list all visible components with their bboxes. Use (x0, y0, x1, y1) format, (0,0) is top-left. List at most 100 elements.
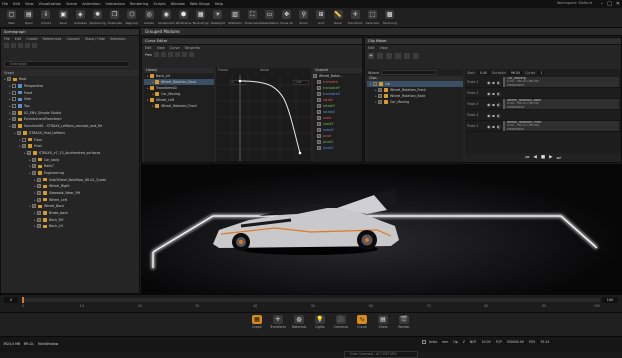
fov-field[interactable]: 35.24 (538, 340, 552, 344)
visibility-checkbox[interactable]: ✓ (17, 130, 21, 135)
clip-checkbox[interactable]: ✓ (378, 88, 382, 92)
tangent-linear-icon[interactable] (167, 52, 173, 57)
fullscreen-button[interactable]: ⛶ Fullscreen (244, 8, 261, 28)
clip-item[interactable]: ▸ ✓ Car_Moving (367, 99, 463, 105)
curve_editor-menu-view[interactable]: View (157, 45, 165, 51)
isolate-button[interactable]: ◎ Isolate (141, 8, 158, 28)
tree-item[interactable]: ▸ ✓ Wheel_Back (1, 203, 139, 210)
vsets-module-button[interactable]: ▤ VSets (374, 315, 392, 329)
tree-item[interactable]: ▸ Side (1, 96, 139, 103)
skip-start-icon[interactable]: ⏮ (525, 155, 529, 161)
visibility-checkbox[interactable]: ✓ (37, 217, 41, 222)
skip-end-icon[interactable]: ⏭ (557, 155, 561, 161)
tree-item[interactable]: ▸ ✓ 02_ENV_Simple Studio (1, 109, 139, 116)
timeline-start-field[interactable]: 0 (4, 297, 18, 303)
scenegraph-menu-references[interactable]: References (43, 36, 62, 42)
scenegraph-menu-selection[interactable]: Selection (110, 36, 126, 42)
menu-file[interactable]: File (2, 2, 8, 6)
checkbox[interactable]: ✓ (313, 74, 317, 78)
tree-item[interactable]: ▸ ✓ STRAXX_v7_13_Accelerated_surfaces (1, 150, 139, 157)
channel-item[interactable]: ✓ pivotZ (313, 145, 362, 151)
scenegraph-menu-create[interactable]: Create (26, 36, 37, 42)
channel-checkbox[interactable]: ✓ (317, 122, 321, 126)
library-item[interactable]: ▸ Wheel_Rotation_Front (144, 103, 214, 109)
visibility-checkbox[interactable]: ✓ (32, 170, 36, 175)
group-node-icon[interactable] (18, 43, 23, 48)
channel-checkbox[interactable]: ✓ (317, 116, 321, 120)
up-select[interactable]: Z (460, 340, 467, 344)
scenegraph-menu-convert[interactable]: Convert (66, 36, 79, 42)
tree-item[interactable]: ▸ Top (1, 103, 139, 110)
menu-scene[interactable]: Scene (66, 2, 77, 6)
menu-rendering[interactable]: Rendering (130, 2, 148, 6)
visibility-checkbox[interactable]: ✓ (37, 177, 41, 182)
maximize-icon[interactable]: □ (607, 0, 612, 8)
menu-view[interactable]: View (25, 2, 34, 6)
visibility-checkbox[interactable]: ✓ (37, 191, 41, 196)
clip-search-input[interactable] (380, 70, 437, 75)
cycles-value[interactable]: 1 (538, 71, 545, 75)
clip-checkbox[interactable]: ✓ (378, 94, 382, 98)
add-clip-icon[interactable]: + (368, 52, 374, 59)
curve_editor-menu-curve[interactable]: Curve (170, 45, 180, 51)
visibility-checkbox[interactable] (12, 97, 16, 102)
tree-item[interactable]: ▸ ✓ EnvironmentTransform (1, 116, 139, 123)
channel-checkbox[interactable]: ✓ (317, 146, 321, 150)
tree-item[interactable]: ▸ ✓ Car_body (1, 156, 139, 163)
visibility-checkbox[interactable]: ✓ (32, 157, 36, 162)
channel-checkbox[interactable]: ✓ (317, 86, 321, 90)
headlight-button[interactable]: ☀ Headlight (209, 8, 226, 28)
tree-item[interactable]: ▸ ✓ Back_LH (1, 223, 139, 230)
workspace-label[interactable]: Workspace: Default (557, 1, 592, 5)
new-node-icon[interactable] (4, 43, 9, 48)
track-clip[interactable]: Car_Moving 0.00 - 96.00 (96.00) MotionBlur (503, 77, 619, 87)
duration-value[interactable]: 96.00 (508, 71, 522, 75)
ncp-field[interactable]: 10.00 (479, 340, 493, 344)
tree-item[interactable]: ▸ ✓ Rails7 (1, 163, 139, 170)
menu-animation[interactable]: Animation (82, 2, 100, 6)
visibility-checkbox[interactable]: ✓ (12, 110, 16, 115)
units-select[interactable]: mm (440, 340, 451, 344)
lights-module-button[interactable]: 💡 Lights (311, 315, 329, 329)
visibility-checkbox[interactable]: ✓ (37, 184, 41, 189)
frame-all-icon[interactable] (188, 52, 194, 57)
units-checkbox[interactable] (422, 340, 426, 344)
channel-checkbox[interactable]: ✓ (317, 104, 321, 108)
tree-item[interactable]: ▸ ✓ Root (1, 76, 139, 83)
tangent-smooth-icon[interactable] (174, 52, 180, 57)
track-clip[interactable]: Wheel_Rotation_Front 0.00 - 96.00 (96.00)… (503, 121, 619, 131)
start-value[interactable]: 0.00 (477, 71, 489, 75)
menu-web-shops[interactable]: Web Shops (190, 2, 210, 6)
new-button[interactable]: ▢ New (3, 8, 20, 28)
track-row[interactable]: Track 3 ◉ ▪ ◐ Wheel_Rotation_Back 0.00 - 96.0… (465, 99, 621, 110)
clip-track-icon[interactable] (386, 52, 392, 59)
transform-button[interactable]: ✛ Transform (347, 8, 364, 28)
curve_editor-menu-tangents[interactable]: Tangents (185, 45, 200, 51)
visibility-checkbox[interactable]: ✓ (37, 197, 41, 202)
selection-button[interactable]: ⬚ Selection (364, 8, 381, 28)
tangent-step-icon[interactable] (181, 52, 187, 57)
open-button[interactable]: ▤ Open (20, 8, 37, 28)
track-row[interactable]: Track 2 ◉ ▪ ◐ (465, 88, 621, 99)
channel-checkbox[interactable]: ✓ (317, 128, 321, 132)
curve_editor-menu-edit[interactable]: Edit (145, 45, 152, 51)
antialias-button[interactable]: ◈ Antialias (72, 8, 89, 28)
channel-checkbox[interactable]: ✓ (317, 80, 321, 84)
clip-delete-icon[interactable] (413, 52, 419, 59)
render-module-button[interactable]: 🎬 Render (395, 315, 413, 329)
playhead[interactable] (22, 297, 24, 303)
render-viewport[interactable] (141, 164, 622, 294)
visibility-checkbox[interactable] (22, 137, 26, 142)
clip-checkbox[interactable]: ✓ (378, 100, 382, 104)
texturing-button[interactable]: ▩ Texturing (381, 8, 398, 28)
channel-checkbox[interactable]: ✓ (317, 110, 321, 114)
tree-item[interactable]: ▸ ✓ Engineering (1, 170, 139, 177)
menu-visualization[interactable]: Visualization (39, 2, 62, 6)
visibility-checkbox[interactable] (12, 90, 16, 95)
zoom-button[interactable]: ⚲ Zoom (295, 8, 312, 28)
track-row[interactable]: Track 4 ◉ ▪ ◐ (465, 110, 621, 121)
channel-checkbox[interactable]: ✓ (317, 98, 321, 102)
transform-module-button[interactable]: ✛ Transform (269, 315, 287, 329)
visibility-checkbox[interactable] (12, 84, 16, 89)
visibility-checkbox[interactable]: ✓ (12, 117, 16, 122)
